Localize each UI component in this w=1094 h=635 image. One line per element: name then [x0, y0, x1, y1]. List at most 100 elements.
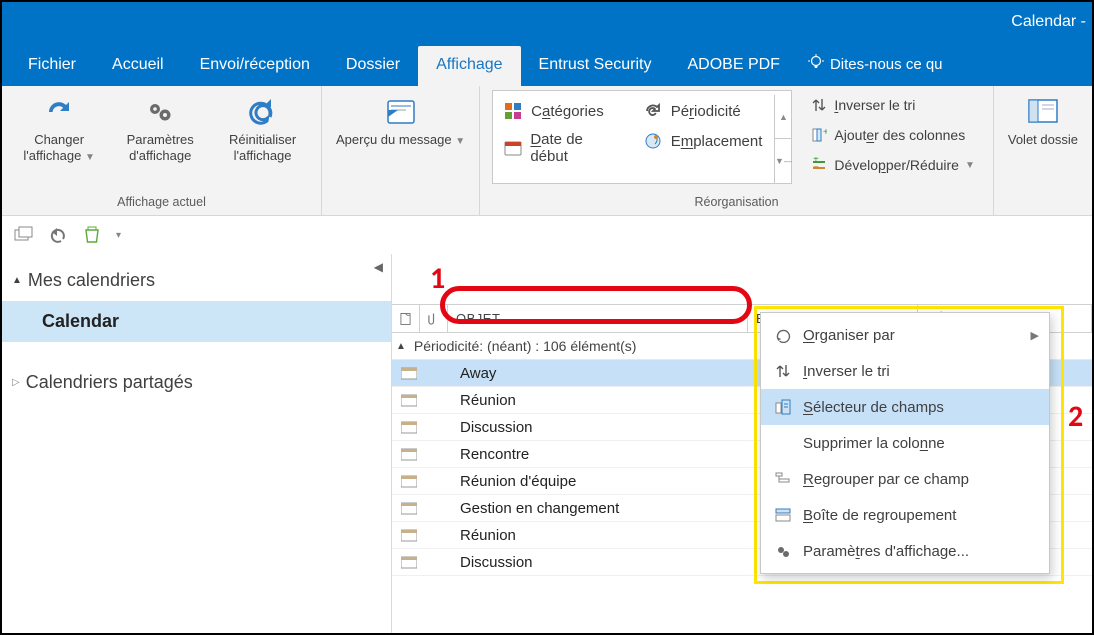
- list-item-subject: Discussion: [428, 554, 533, 571]
- submenu-arrow-icon: ▶: [1031, 329, 1039, 342]
- pane-icon: [1025, 94, 1061, 130]
- annotation-number-2: 2: [1068, 398, 1083, 435]
- gallery-down-button[interactable]: ▼—: [775, 139, 791, 183]
- sidebar-my-calendars[interactable]: ▲ Mes calendriers: [2, 260, 391, 301]
- column-context-menu: Organiser par ▶ Inverser le tri Sélecteu…: [760, 312, 1050, 574]
- tab-home[interactable]: Accueil: [94, 46, 182, 86]
- appointment-icon: [400, 364, 418, 382]
- undo-icon[interactable]: [48, 225, 68, 245]
- categories-icon: [503, 101, 523, 121]
- list-item-subject: Réunion d'équipe: [428, 473, 576, 490]
- reset-view-label: Réinitialiser l'affichage: [218, 130, 307, 165]
- triangle-down-icon: ▲: [396, 341, 406, 352]
- location-icon: [643, 131, 663, 151]
- triangle-right-icon: ▷: [12, 377, 20, 388]
- sidebar-calendar[interactable]: Calendar: [2, 301, 391, 342]
- gallery-up-button[interactable]: ▲: [775, 95, 791, 139]
- ctx-view-settings-label: Paramètres d'affichage...: [803, 543, 969, 560]
- view-settings-label: Paramètres d'affichage: [114, 130, 206, 165]
- sidebar-shared-calendars-label: Calendriers partagés: [26, 372, 193, 393]
- tab-view[interactable]: Affichage: [418, 46, 520, 86]
- ribbon: Changer l'affichage ▼ Paramètres d'affic…: [2, 86, 1092, 216]
- tab-folder[interactable]: Dossier: [328, 46, 418, 86]
- arrange-recurrence[interactable]: Périodicité: [643, 101, 763, 121]
- ribbon-group-current-view: Changer l'affichage ▼ Paramètres d'affic…: [2, 86, 322, 215]
- ctx-group-box[interactable]: Boîte de regroupement: [761, 497, 1049, 533]
- appointment-icon: [400, 445, 418, 463]
- reverse-sort-label: Inverser le tri: [834, 97, 915, 113]
- tab-send-receive[interactable]: Envoi/réception: [182, 46, 328, 86]
- list-item-subject: Réunion: [428, 392, 516, 409]
- list-item-subject: Rencontre: [428, 446, 529, 463]
- gears-icon: [142, 94, 178, 130]
- window-stack-icon[interactable]: [14, 225, 34, 245]
- expand-collapse-label: Développer/Réduire: [834, 157, 959, 173]
- tell-me[interactable]: Dites-nous ce qu: [798, 44, 953, 86]
- groupby-icon: [773, 469, 793, 489]
- ctx-remove-column-label: Supprimer la colonne: [803, 435, 945, 452]
- add-columns-icon: +: [810, 126, 828, 144]
- ctx-view-settings[interactable]: Paramètres d'affichage...: [761, 533, 1049, 569]
- sort-updown-icon: [773, 361, 793, 381]
- list-item-subject: Discussion: [428, 419, 533, 436]
- expand-collapse-button[interactable]: +− Développer/Réduire ▼: [806, 152, 978, 178]
- tell-me-label: Dites-nous ce qu: [830, 56, 943, 73]
- svg-text:+: +: [823, 127, 827, 138]
- ctx-group-by-field[interactable]: Regrouper par ce champ: [761, 461, 1049, 497]
- calendar-icon: [503, 138, 522, 158]
- column-subject[interactable]: OBJET: [448, 305, 748, 332]
- appointment-icon: [400, 526, 418, 544]
- folder-pane-button[interactable]: Volet dossie: [1002, 90, 1084, 150]
- group-label-arrangement: Réorganisation: [488, 193, 985, 213]
- expand-collapse-icon: +−: [810, 156, 828, 174]
- undo-icon: [245, 94, 281, 130]
- arrange-categories[interactable]: Catégories: [503, 101, 621, 121]
- reset-view-button[interactable]: Réinitialiser l'affichage: [212, 90, 313, 167]
- reverse-sort-button[interactable]: Inverser le tri: [806, 92, 978, 118]
- tab-file[interactable]: Fichier: [10, 46, 94, 86]
- sidebar-shared-calendars[interactable]: ▷ Calendriers partagés: [2, 362, 391, 403]
- arrange-recurrence-label: Périodicité: [671, 103, 741, 120]
- arrange-start-date[interactable]: Date de début: [503, 131, 621, 165]
- delete-icon[interactable]: [82, 225, 102, 245]
- ctx-reverse-label: Inverser le tri: [803, 363, 890, 380]
- ctx-organize-by[interactable]: Organiser par ▶: [761, 317, 1049, 353]
- ctx-group-by-label: Regrouper par ce champ: [803, 471, 969, 488]
- tab-adobe-pdf[interactable]: ADOBE PDF: [669, 46, 797, 86]
- appointment-icon: [400, 472, 418, 490]
- message-preview-button[interactable]: Aperçu du message ▼: [330, 90, 471, 151]
- folder-sidebar: ◀ ▲ Mes calendriers Calendar ▷ Calendrie…: [2, 254, 392, 633]
- add-columns-button[interactable]: + Ajouter des colonnes: [806, 122, 978, 148]
- appointment-icon: [400, 499, 418, 517]
- arrange-start-date-label: Date de début: [530, 131, 620, 165]
- ctx-remove-column[interactable]: Supprimer la colonne: [761, 425, 1049, 461]
- recurrence-icon: [643, 101, 663, 121]
- arrange-location-label: Emplacement: [671, 133, 763, 150]
- column-attachment[interactable]: [420, 305, 448, 332]
- tab-entrust-security[interactable]: Entrust Security: [521, 46, 670, 86]
- organize-icon: [773, 325, 793, 345]
- arrange-location[interactable]: Emplacement: [643, 131, 763, 151]
- column-icon[interactable]: [392, 305, 420, 332]
- calendar-list-view: 1 OBJET EMPLACEMENT DÉBUT ▲ Périodicité:…: [392, 254, 1092, 633]
- ctx-field-chooser[interactable]: Sélecteur de champs: [761, 389, 1049, 425]
- groupbox-icon: [773, 505, 793, 525]
- ctx-field-chooser-label: Sélecteur de champs: [803, 399, 944, 416]
- field-chooser-icon: [773, 397, 793, 417]
- sort-updown-icon: [810, 96, 828, 114]
- gears-icon: [773, 541, 793, 561]
- change-view-button[interactable]: Changer l'affichage ▼: [10, 90, 108, 167]
- ctx-reverse-sort[interactable]: Inverser le tri: [761, 353, 1049, 389]
- quick-access-toolbar: ▾: [2, 216, 1092, 254]
- collapse-sidebar-button[interactable]: ◀: [374, 260, 383, 274]
- group-label: Périodicité: (néant) : 106 élément(s): [414, 338, 637, 354]
- triangle-down-icon: ▲: [12, 275, 22, 286]
- annotation-number-1: 1: [430, 260, 445, 297]
- list-item-subject: Gestion en changement: [428, 500, 619, 517]
- ctx-group-box-label: Boîte de regroupement: [803, 507, 956, 524]
- ribbon-group-pane: Volet dossie: [994, 86, 1092, 215]
- list-item-subject: Réunion: [428, 527, 516, 544]
- qat-dropdown[interactable]: ▾: [116, 230, 121, 241]
- view-settings-button[interactable]: Paramètres d'affichage: [108, 90, 212, 167]
- appointment-icon: [400, 553, 418, 571]
